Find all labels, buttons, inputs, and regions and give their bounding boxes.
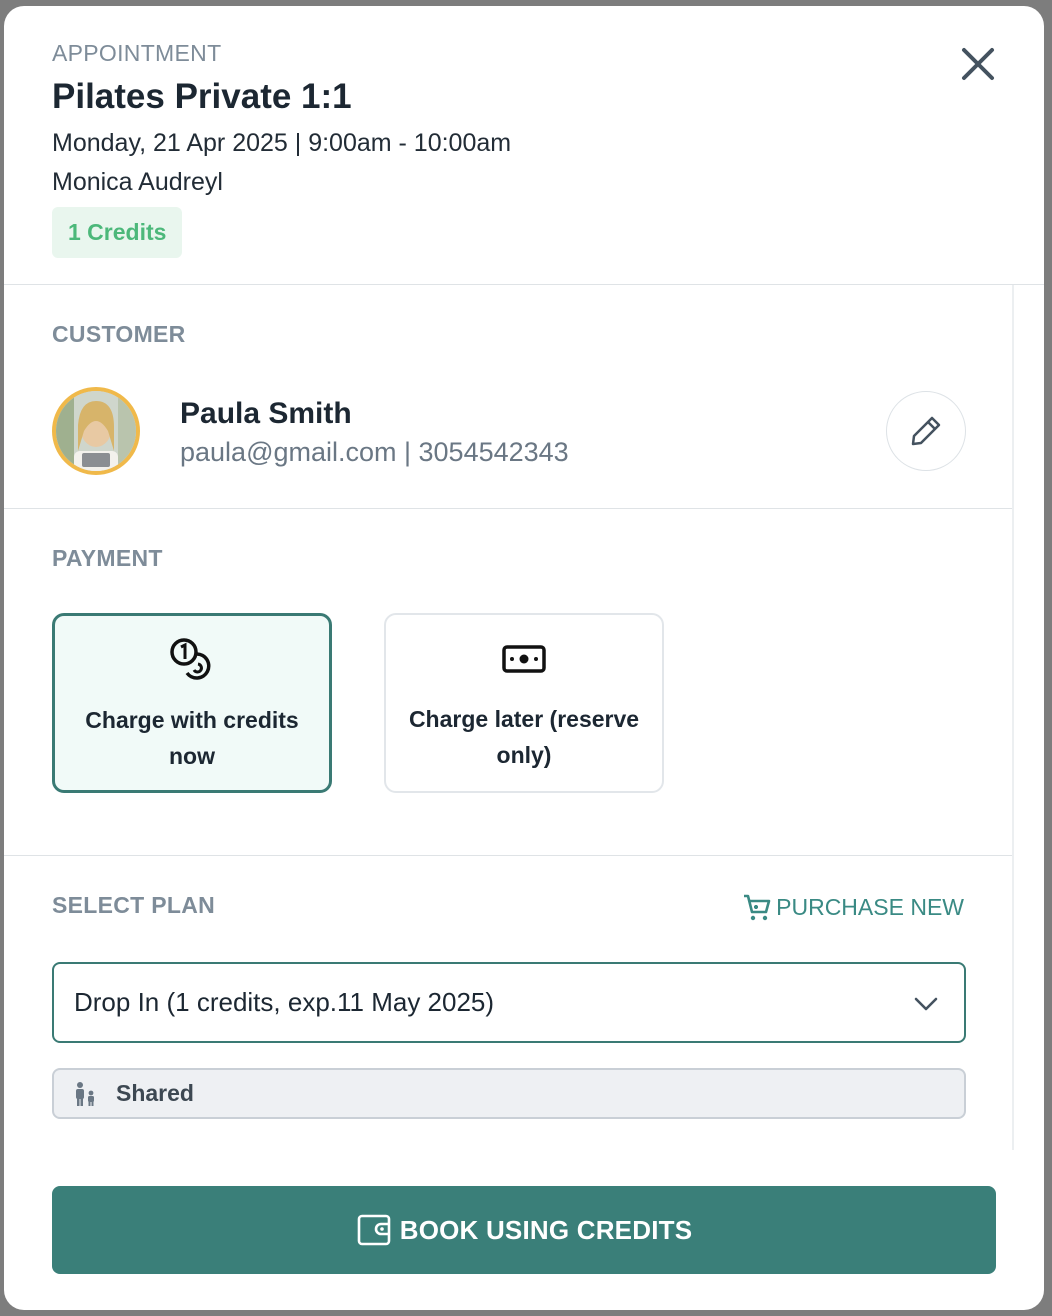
close-icon — [962, 48, 994, 80]
modal-body[interactable]: CUSTOMER Paula Smith paula@gmail.com | 3… — [4, 285, 1014, 1150]
appointment-title: Pilates Private 1:1 — [52, 77, 352, 116]
charge-later-label: Charge later (reserve only) — [408, 706, 640, 768]
appointment-eyebrow: APPOINTMENT — [52, 40, 222, 66]
customer-section-label: CUSTOMER — [52, 321, 186, 347]
booking-modal: APPOINTMENT Pilates Private 1:1 Monday, … — [4, 6, 1044, 1310]
shared-label: Shared — [116, 1080, 194, 1106]
coins-icon — [170, 638, 211, 680]
shared-badge: Shared — [52, 1068, 966, 1119]
appointment-datetime: Monday, 21 Apr 2025 | 9:00am - 10:00am — [52, 129, 512, 157]
customer-contact: paula@gmail.com | 3054542343 — [180, 437, 569, 467]
plan-select-value: Drop In (1 credits, exp.11 May 2025) — [74, 987, 495, 1017]
book-button-label: BOOK USING CREDITS — [399, 1214, 693, 1245]
close-button[interactable] — [956, 42, 1000, 86]
customer-name: Paula Smith — [180, 397, 352, 430]
purchase-new-label: PURCHASE NEW — [776, 893, 964, 920]
wallet-icon — [357, 1214, 391, 1246]
chevron-down-icon — [914, 997, 938, 1011]
payment-section-label: PAYMENT — [52, 545, 163, 571]
edit-customer-button[interactable] — [886, 391, 966, 471]
pencil-icon — [911, 416, 941, 446]
appointment-header: APPOINTMENT Pilates Private 1:1 Monday, … — [4, 6, 1044, 285]
cash-icon — [502, 645, 546, 673]
customer-section: CUSTOMER Paula Smith paula@gmail.com | 3… — [4, 285, 1012, 509]
family-icon — [76, 1081, 94, 1106]
credits-badge: 1 Credits — [52, 207, 183, 258]
plan-select[interactable]: Drop In (1 credits, exp.11 May 2025) — [52, 962, 966, 1043]
charge-with-credits-option[interactable]: Charge with credits now — [52, 613, 332, 793]
plan-section: SELECT PLAN PURCHASE NEW Drop In (1 cred… — [4, 856, 1012, 1156]
cart-icon — [744, 894, 771, 921]
purchase-new-link[interactable]: PURCHASE NEW — [742, 892, 964, 922]
payment-section: PAYMENT Charge with credits now Charge l… — [4, 509, 1012, 856]
book-using-credits-button[interactable]: BOOK USING CREDITS — [52, 1186, 996, 1274]
avatar — [52, 387, 140, 475]
appointment-instructor: Monica Audreyl — [52, 168, 223, 196]
charge-with-credits-label: Charge with credits now — [85, 707, 299, 769]
charge-later-option[interactable]: Charge later (reserve only) — [384, 613, 664, 793]
